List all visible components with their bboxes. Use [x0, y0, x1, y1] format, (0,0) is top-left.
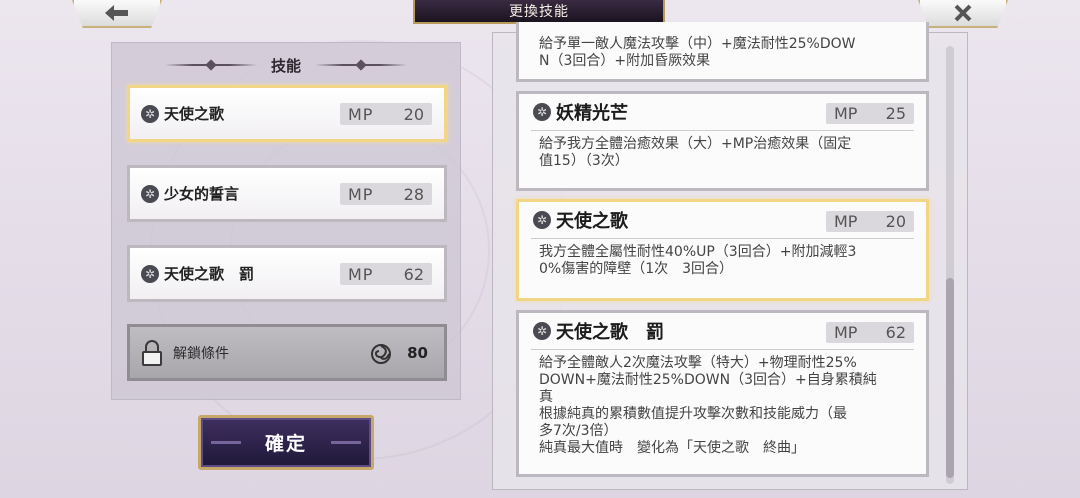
mp-value: 62 — [885, 323, 906, 342]
skill-detail-name: 妖精光芒 — [556, 103, 628, 124]
skill-detail-name: 天使之歌 — [556, 211, 628, 232]
page-title-text: 更換技能 — [509, 4, 569, 20]
skill-detail-card[interactable]: ✲ 天使之歌 MP 20 我方全體全屬性耐性40%UP（3回合）+附加減輕3 0… — [516, 199, 929, 301]
gear-icon: ✲ — [141, 184, 159, 203]
skill-slot-2[interactable]: ✲ 少女的誓言 MP 28 — [127, 165, 447, 222]
skill-detail-card[interactable]: ✲ 天使之歌 罰 MP 62 給予全體敵人2次魔法攻擊（特大）+物理耐性25% … — [516, 310, 929, 477]
skill-slot-name: 天使之歌 罰 — [164, 265, 255, 283]
unlock-condition-label: 解鎖條件 — [173, 345, 229, 362]
mp-label: MP — [348, 264, 374, 284]
mp-badge: MP 20 — [826, 211, 914, 232]
gear-icon: ✲ — [533, 103, 551, 121]
skill-slot-name: 天使之歌 — [164, 105, 225, 123]
skill-detail-card[interactable]: 給予單一敵人魔法攻擊（中）+魔法耐性25%DOW N（3回合）+附加昏厥效果 — [516, 22, 929, 82]
ornament-left — [164, 64, 257, 66]
mp-badge: MP 25 — [826, 103, 914, 124]
close-button[interactable] — [918, 0, 1008, 28]
skill-list-panel: 技能 ✲ 天使之歌 MP 20 ✲ 少女的誓言 MP 28 ✲ 天使之歌 罰 M… — [111, 42, 461, 400]
scrollbar-thumb[interactable] — [946, 278, 954, 478]
back-button[interactable] — [72, 0, 162, 28]
skill-slot-3[interactable]: ✲ 天使之歌 罰 MP 62 — [127, 245, 447, 302]
unlock-condition-value: 80 — [407, 344, 428, 362]
ornament-right — [315, 64, 407, 66]
gear-icon: ✲ — [533, 211, 551, 229]
close-icon — [954, 4, 972, 22]
skill-description: 給予單一敵人魔法攻擊（中）+魔法耐性25%DOW N（3回合）+附加昏厥效果 — [539, 36, 856, 69]
mp-badge: MP 62 — [826, 322, 914, 343]
mp-value: 28 — [403, 184, 424, 204]
skill-list-header: 技能 — [112, 53, 460, 77]
back-arrow-icon — [105, 5, 128, 21]
skill-detail-header: ✲ 天使之歌 MP 20 — [519, 202, 926, 238]
skill-slot-1[interactable]: ✲ 天使之歌 MP 20 — [127, 85, 447, 142]
skill-detail-header: ✲ 妖精光芒 MP 25 — [519, 94, 926, 130]
mp-label: MP — [348, 104, 374, 124]
gear-icon: ✲ — [141, 264, 159, 283]
confirm-button[interactable]: 確定 — [198, 415, 374, 470]
skill-description: 我方全體全屬性耐性40%UP（3回合）+附加減輕3 0%傷害的障壁（1次 3回合… — [539, 244, 857, 277]
mp-label: MP — [834, 104, 858, 123]
page-title: 更換技能 — [413, 0, 665, 24]
mp-value: 62 — [403, 264, 424, 284]
spiral-icon — [371, 344, 391, 364]
skill-detail-header: ✲ 天使之歌 罰 MP 62 — [519, 313, 926, 349]
mp-value: 20 — [403, 104, 424, 124]
mp-badge: MP 28 — [340, 183, 432, 205]
skill-description: 給予我方全體治癒效果（大）+MP治癒效果（固定 值15）（3次） — [539, 136, 852, 169]
mp-label: MP — [834, 323, 858, 342]
skill-detail-name: 天使之歌 罰 — [556, 322, 664, 343]
mp-label: MP — [348, 184, 374, 204]
mp-value: 20 — [885, 212, 906, 231]
skill-detail-card[interactable]: ✲ 妖精光芒 MP 25 給予我方全體治癒效果（大）+MP治癒效果（固定 值15… — [516, 91, 929, 191]
confirm-button-label: 確定 — [264, 433, 307, 455]
skill-description: 給予全體敵人2次魔法攻擊（特大）+物理耐性25% DOWN+魔法耐性25%DOW… — [539, 355, 877, 456]
scrollbar[interactable] — [946, 46, 954, 484]
locked-skill-slot[interactable]: 解鎖條件 80 — [127, 324, 447, 381]
mp-value: 25 — [885, 104, 906, 123]
mp-badge: MP 62 — [340, 263, 432, 285]
skill-list-heading: 技能 — [270, 56, 301, 75]
mp-label: MP — [834, 212, 858, 231]
gear-icon: ✲ — [141, 104, 159, 123]
lock-icon — [141, 339, 163, 366]
gear-icon: ✲ — [533, 322, 551, 340]
mp-badge: MP 20 — [340, 103, 432, 125]
skill-slot-name: 少女的誓言 — [164, 185, 240, 203]
